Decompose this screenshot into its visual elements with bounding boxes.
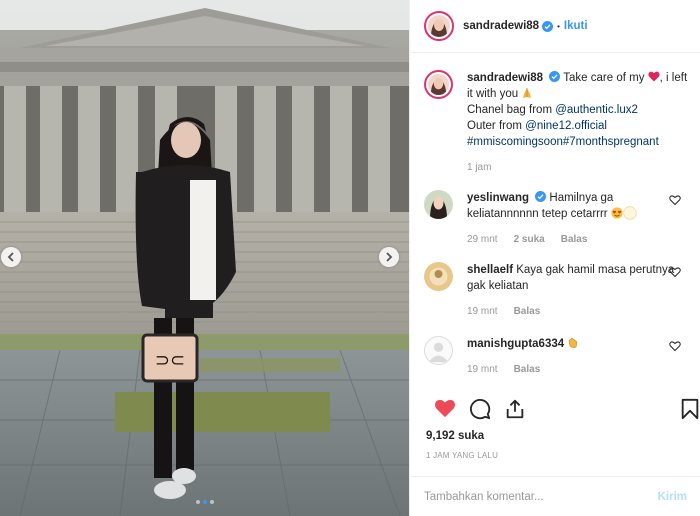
instagram-post: ⊃⊂ sandradewi88 • Ikuti sandradewi88 Tak… bbox=[0, 0, 700, 516]
comment-time[interactable]: 19 mnt bbox=[467, 304, 498, 320]
comment-icon[interactable] bbox=[469, 398, 491, 420]
caption-outer-label: Outer from bbox=[467, 120, 526, 132]
post-photo[interactable]: ⊃⊂ bbox=[0, 0, 409, 516]
post-details-panel: sandradewi88 • Ikuti sandradewi88 Take c… bbox=[409, 0, 700, 516]
svg-text:⊃⊂: ⊃⊂ bbox=[155, 350, 185, 371]
caption-username[interactable]: sandradewi88 bbox=[467, 72, 543, 84]
avatar-image bbox=[424, 190, 453, 219]
comment-time[interactable]: 29 mnt bbox=[467, 232, 498, 248]
comment-username[interactable]: shellaelf bbox=[467, 264, 513, 276]
post-header: sandradewi88 • Ikuti bbox=[410, 0, 700, 53]
verified-badge-icon bbox=[535, 191, 547, 202]
sparkle-emoji-icon bbox=[623, 206, 637, 220]
heart-filled-icon[interactable] bbox=[434, 398, 456, 418]
comment-item: shellaelf Kaya gak hamil masa perutnya g… bbox=[410, 262, 700, 320]
post-actions bbox=[424, 398, 699, 422]
comment-item: yeslinwang Hamilnya ga keliatannnnnn tet… bbox=[410, 190, 700, 248]
mention-nine12-official[interactable]: @nine12.official bbox=[525, 120, 607, 132]
comment-body: manishgupta6334 19 mnt Balas bbox=[467, 336, 677, 378]
comment-meta: 19 mnt Balas bbox=[467, 304, 677, 320]
next-slide-button[interactable] bbox=[379, 247, 399, 267]
folded-hands-emoji-icon bbox=[523, 88, 532, 98]
reply-button[interactable]: Balas bbox=[561, 232, 588, 248]
carousel-indicator bbox=[0, 500, 409, 504]
author-avatar[interactable] bbox=[424, 11, 454, 41]
chevron-right-icon bbox=[386, 252, 393, 262]
add-comment-form: Kirim bbox=[410, 476, 700, 516]
caption-time[interactable]: 1 jam bbox=[467, 160, 491, 176]
commenter-avatar[interactable] bbox=[424, 336, 453, 365]
header-separator: • bbox=[557, 21, 560, 31]
comment-time[interactable]: 19 mnt bbox=[467, 362, 498, 378]
photo-scene: ⊃⊂ bbox=[0, 0, 409, 516]
comment-body: yeslinwang Hamilnya ga keliatannnnnn tet… bbox=[467, 190, 677, 248]
mention-authentic-lux2[interactable]: @authentic.lux2 bbox=[555, 104, 638, 116]
caption-bag-label: Chanel bag from bbox=[467, 104, 556, 116]
likes-count[interactable]: 9,192 suka bbox=[426, 430, 484, 442]
like-comment-heart-icon[interactable] bbox=[669, 194, 681, 206]
comment-meta: 29 mnt 2 suka Balas bbox=[467, 232, 677, 248]
carousel-dot bbox=[209, 500, 214, 504]
comment-likes[interactable]: 2 suka bbox=[514, 232, 545, 248]
comment-username[interactable]: manishgupta6334 bbox=[467, 338, 564, 350]
carousel-dot bbox=[195, 500, 200, 504]
default-avatar-icon bbox=[425, 337, 452, 364]
commenter-avatar[interactable] bbox=[424, 262, 453, 291]
previous-slide-button[interactable] bbox=[1, 247, 21, 267]
comment-item: manishgupta6334 19 mnt Balas bbox=[410, 336, 700, 378]
verified-badge-icon bbox=[542, 20, 554, 32]
carousel-dot-active bbox=[202, 500, 207, 504]
comments-list[interactable]: sandradewi88 Take care of my , i left it… bbox=[410, 70, 700, 392]
reply-button[interactable]: Balas bbox=[514, 362, 541, 378]
share-icon[interactable] bbox=[504, 398, 526, 420]
verified-badge-icon bbox=[549, 71, 561, 82]
comment-meta: 19 mnt Balas bbox=[467, 362, 677, 378]
bookmark-icon[interactable] bbox=[680, 398, 700, 420]
clapping-hands-emoji-icon bbox=[569, 337, 578, 348]
comment-body: shellaelf Kaya gak hamil masa perutnya g… bbox=[467, 262, 677, 320]
caption-body: sandradewi88 Take care of my , i left it… bbox=[467, 70, 692, 176]
avatar-image bbox=[428, 74, 449, 95]
header-username[interactable]: sandradewi88 bbox=[463, 20, 539, 32]
chevron-left-icon bbox=[7, 252, 14, 262]
reply-button[interactable]: Balas bbox=[514, 304, 541, 320]
comment-username[interactable]: yeslinwang bbox=[467, 192, 529, 204]
red-heart-emoji-icon bbox=[648, 71, 660, 82]
post-timestamp[interactable]: 1 JAM YANG LALU bbox=[426, 451, 498, 460]
avatar-image bbox=[428, 15, 450, 37]
like-comment-heart-icon[interactable] bbox=[669, 266, 681, 278]
caption-meta: 1 jam bbox=[467, 160, 692, 176]
avatar-image bbox=[424, 262, 453, 291]
caption: sandradewi88 Take care of my , i left it… bbox=[410, 70, 700, 176]
caption-author-avatar[interactable] bbox=[424, 70, 453, 99]
follow-button[interactable]: Ikuti bbox=[564, 20, 588, 32]
like-comment-heart-icon[interactable] bbox=[669, 340, 681, 352]
caption-hashtags[interactable]: #mmiscomingsoon#7monthspregnant bbox=[467, 136, 659, 148]
caption-text-part1: Take care of my bbox=[563, 72, 645, 84]
heart-eyes-emoji-icon bbox=[611, 207, 623, 219]
post-comment-button[interactable]: Kirim bbox=[658, 491, 687, 503]
comment-input[interactable] bbox=[424, 490, 658, 503]
commenter-avatar[interactable] bbox=[424, 190, 453, 219]
